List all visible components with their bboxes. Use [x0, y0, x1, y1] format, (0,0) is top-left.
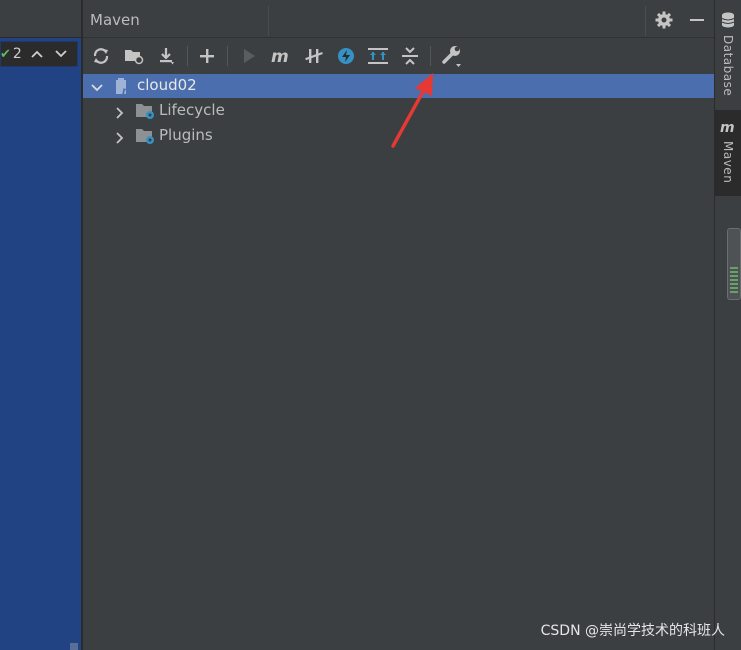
minimize-icon[interactable]	[687, 10, 707, 30]
tree-node-label: cloud02	[137, 76, 197, 94]
chevron-right-icon[interactable]	[114, 130, 126, 144]
maven-goal-icon[interactable]: m	[269, 44, 293, 68]
gear-icon[interactable]	[654, 10, 674, 30]
svg-text:m: m	[720, 120, 735, 134]
settings-wrench-icon[interactable]	[440, 44, 464, 68]
chevron-down-icon[interactable]	[91, 80, 103, 92]
memory-indicator-fill	[730, 267, 738, 295]
tree-node-label: Plugins	[159, 126, 213, 144]
plugins-folder-icon	[135, 127, 157, 145]
editor-area: ✔ 2	[0, 0, 81, 650]
tab-maven-label: Maven	[721, 141, 735, 184]
editor-scrollbar[interactable]	[70, 643, 78, 650]
checkmark-icon: ✔	[0, 46, 11, 62]
database-icon	[721, 12, 735, 31]
tab-database[interactable]: Database	[715, 12, 741, 96]
inspection-count: 2	[12, 46, 22, 62]
generate-sources-icon[interactable]	[122, 44, 146, 68]
header-divider	[645, 6, 646, 36]
toolbar-separator	[430, 46, 431, 66]
chevron-right-icon[interactable]	[114, 105, 126, 119]
collapse-all-icon[interactable]	[398, 44, 422, 68]
toolbar-separator	[227, 46, 228, 66]
editor-tab-bar	[0, 0, 81, 38]
lifecycle-folder-icon	[135, 102, 157, 120]
reload-icon[interactable]	[89, 44, 113, 68]
add-icon[interactable]	[195, 44, 219, 68]
svg-text:m: m	[271, 47, 289, 65]
watermark: CSDN @崇尚学技术的科班人	[540, 623, 725, 639]
panel-title: Maven	[90, 11, 140, 29]
maven-project-icon: m	[114, 77, 136, 97]
maven-toolbar: m	[83, 40, 714, 72]
inspection-widget[interactable]: ✔ 2	[0, 41, 78, 67]
tab-database-label: Database	[721, 35, 735, 97]
right-tool-strip: Database m Maven	[714, 0, 741, 650]
maven-tool-window: Maven m m cloud02 Lifecycle Plugins	[83, 0, 714, 650]
skip-tests-icon[interactable]	[334, 44, 358, 68]
memory-indicator[interactable]	[727, 228, 741, 300]
svg-text:m: m	[122, 86, 132, 95]
chevron-down-icon[interactable]	[52, 45, 70, 63]
run-icon[interactable]	[237, 44, 261, 68]
maven-icon: m	[719, 120, 737, 137]
annotation-arrow	[391, 73, 433, 148]
toolbar-separator	[187, 46, 188, 66]
panel-header: Maven	[83, 0, 714, 38]
header-divider	[268, 6, 269, 36]
chevron-up-icon[interactable]	[28, 45, 46, 63]
toggle-offline-icon[interactable]	[302, 44, 326, 68]
tab-maven[interactable]: m Maven	[715, 110, 741, 196]
show-dependencies-icon[interactable]	[366, 44, 390, 68]
download-icon[interactable]	[155, 44, 179, 68]
tree-node-label: Lifecycle	[159, 101, 225, 119]
